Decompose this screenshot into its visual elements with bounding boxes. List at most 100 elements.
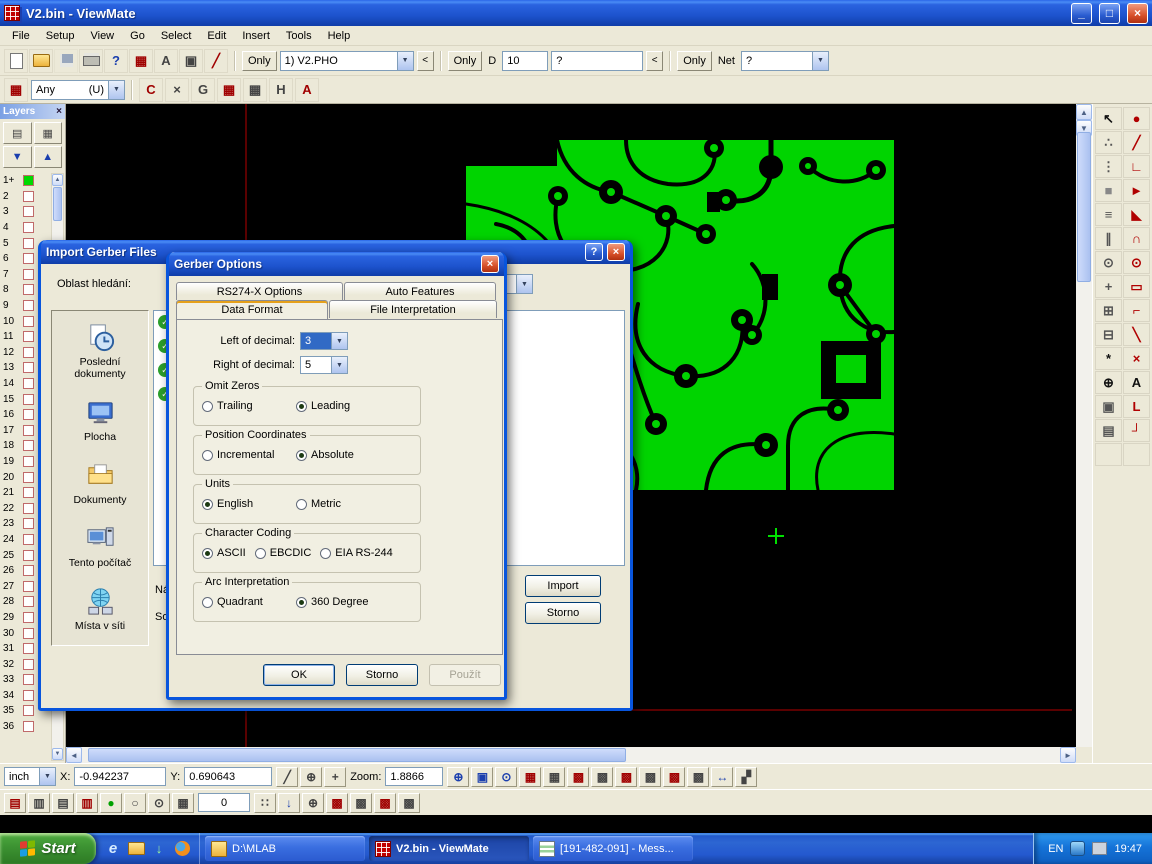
firefox-icon[interactable] xyxy=(173,840,191,858)
film-layer-icon-2[interactable]: ▥ xyxy=(28,793,50,813)
save-icon[interactable] xyxy=(54,49,78,73)
task-button-explorer[interactable]: D:\MLAB xyxy=(205,836,365,861)
swap-icon[interactable]: ↔ xyxy=(711,767,733,787)
layer-up-icon[interactable]: ▲ xyxy=(34,146,63,168)
origin-icon[interactable]: ⊕ xyxy=(300,767,322,787)
layer-color-chip[interactable] xyxy=(23,362,34,373)
layer-color-chip[interactable] xyxy=(23,206,34,217)
place-my-computer[interactable]: Tento počítač xyxy=(52,512,148,575)
place-recent-documents[interactable]: Poslední dokumenty xyxy=(52,311,148,386)
minimize-button[interactable]: _ xyxy=(1071,3,1092,24)
prev-layer-button[interactable]: < xyxy=(417,51,434,71)
menu-item[interactable]: Go xyxy=(122,28,153,44)
aperture-table-icon[interactable]: ▦ xyxy=(543,767,565,787)
tab-file-interpretation[interactable]: File Interpretation xyxy=(329,300,497,318)
inspect-icon[interactable]: ⊙ xyxy=(1095,251,1122,274)
scrollbar-thumb[interactable] xyxy=(88,748,626,762)
layer-color-chip[interactable] xyxy=(23,659,34,670)
menu-item[interactable]: Select xyxy=(153,28,200,44)
elbow-tool-icon[interactable]: ┘ xyxy=(1123,419,1150,442)
layer-color-chip[interactable] xyxy=(23,690,34,701)
pad-type-icon-4[interactable]: ▩ xyxy=(639,767,661,787)
aperture-list-icon[interactable]: A xyxy=(154,49,178,73)
measure-icon[interactable]: ╱ xyxy=(204,49,228,73)
layer-row[interactable]: 36 xyxy=(1,719,51,735)
layer-color-chip[interactable] xyxy=(23,503,34,514)
download-manager-icon[interactable]: ↓ xyxy=(150,840,168,858)
layer-row[interactable]: 2 xyxy=(1,189,51,205)
film-layer-icon-3[interactable]: ▤ xyxy=(52,793,74,813)
layer-list-icon[interactable]: ▤ xyxy=(3,122,32,144)
layer-color-chip[interactable] xyxy=(23,596,34,607)
select-filter-combo[interactable]: Any (U) ▼ xyxy=(31,80,125,100)
draw-circle-icon[interactable]: ⊙ xyxy=(1123,251,1150,274)
radio-option[interactable]: EIA RS-244 xyxy=(320,547,392,559)
tab-auto-features[interactable]: Auto Features xyxy=(344,282,496,300)
draw-corner2-icon[interactable]: ⌐ xyxy=(1123,299,1150,322)
layer-color-chip[interactable] xyxy=(23,518,34,529)
scroll-up-icon[interactable]: ▲ xyxy=(1076,104,1092,120)
layer-color-chip[interactable] xyxy=(23,191,34,202)
chevron-down-icon[interactable]: ▼ xyxy=(812,52,828,70)
grid-b-icon[interactable]: ⊟ xyxy=(1095,323,1122,346)
draw-corner-icon[interactable]: ∟ xyxy=(1123,155,1150,178)
layer-color-chip[interactable] xyxy=(23,425,34,436)
tray-device-icon[interactable] xyxy=(1092,842,1107,855)
net-combo[interactable]: ? ▼ xyxy=(741,51,829,71)
target-icon[interactable]: ⊕ xyxy=(302,793,324,813)
dcode-filter-field[interactable]: ? xyxy=(551,51,643,71)
place-desktop[interactable]: Plocha xyxy=(52,386,148,449)
menu-item[interactable]: Help xyxy=(320,28,359,44)
menu-item[interactable]: Tools xyxy=(278,28,320,44)
zoom-tool-icon[interactable]: ⊕ xyxy=(1095,371,1122,394)
parallel-lines-icon[interactable]: ∥ xyxy=(1095,227,1122,250)
copy-layer-icon[interactable]: ▣ xyxy=(1095,395,1122,418)
chevron-down-icon[interactable]: ▼ xyxy=(331,357,347,373)
scroll-down-icon[interactable]: ▼ xyxy=(52,748,63,760)
pad-type-icon-1[interactable]: ▩ xyxy=(567,767,589,787)
pad-type-icon-3[interactable]: ▩ xyxy=(615,767,637,787)
task-button-viewmate[interactable]: V2.bin - ViewMate xyxy=(369,836,529,861)
layer-color-chip[interactable] xyxy=(23,409,34,420)
print-area-icon[interactable]: ▤ xyxy=(1095,419,1122,442)
cancel-button[interactable]: Storno xyxy=(525,602,601,624)
task-button-message[interactable]: [191-482-091] - Mess... xyxy=(533,836,693,861)
zoom-window-icon[interactable]: ▣ xyxy=(471,767,493,787)
draw-triangle-icon[interactable]: ◣ xyxy=(1123,203,1150,226)
cancel-button[interactable]: Storno xyxy=(346,664,418,686)
layer-color-chip[interactable] xyxy=(23,472,34,483)
draw-diagonal-icon[interactable]: ╲ xyxy=(1123,323,1150,346)
stack-icon[interactable]: ≡ xyxy=(1095,203,1122,226)
pan-icon[interactable]: + xyxy=(1095,275,1122,298)
layer-color-chip[interactable] xyxy=(23,643,34,654)
dcode-grid-icon[interactable]: ▦ xyxy=(129,49,153,73)
layer-color-chip[interactable] xyxy=(23,253,34,264)
menu-item[interactable]: File xyxy=(4,28,38,44)
dot-grid-icon[interactable]: ∷ xyxy=(254,793,276,813)
layer-color-chip[interactable] xyxy=(23,300,34,311)
place-network[interactable]: Místa v síti xyxy=(52,575,148,638)
layer-color-chip[interactable] xyxy=(23,316,34,327)
layer-color-chip[interactable] xyxy=(23,487,34,498)
layer-color-chip[interactable] xyxy=(23,394,34,405)
only-dcode-toggle[interactable]: Only xyxy=(448,51,483,71)
gerber-tool-icon[interactable]: G xyxy=(191,78,215,102)
place-documents[interactable]: Dokumenty xyxy=(52,449,148,512)
zoom-dcode-icon[interactable]: ⊙ xyxy=(495,767,517,787)
radio-option[interactable]: Leading xyxy=(296,400,390,412)
layer-color-chip[interactable] xyxy=(23,222,34,233)
scrollbar-thumb[interactable] xyxy=(1077,132,1091,282)
radio-option[interactable]: EBCDIC xyxy=(255,547,312,559)
layer-color-chip[interactable] xyxy=(23,565,34,576)
chevron-down-icon[interactable]: ▼ xyxy=(108,81,124,99)
close-button[interactable]: × xyxy=(481,255,499,273)
pad-type-icon-5[interactable]: ▩ xyxy=(663,767,685,787)
layer-color-chip[interactable] xyxy=(23,705,34,716)
counter-field[interactable]: 0 xyxy=(198,793,250,812)
close-button[interactable]: × xyxy=(607,243,625,261)
help-button[interactable]: ? xyxy=(585,243,603,261)
blank-slot-icon[interactable] xyxy=(1095,443,1122,466)
zoom-in-icon[interactable]: ⊕ xyxy=(447,767,469,787)
layer-overlay-icon[interactable]: ▣ xyxy=(179,49,203,73)
tab-data-format[interactable]: Data Format xyxy=(176,300,328,319)
